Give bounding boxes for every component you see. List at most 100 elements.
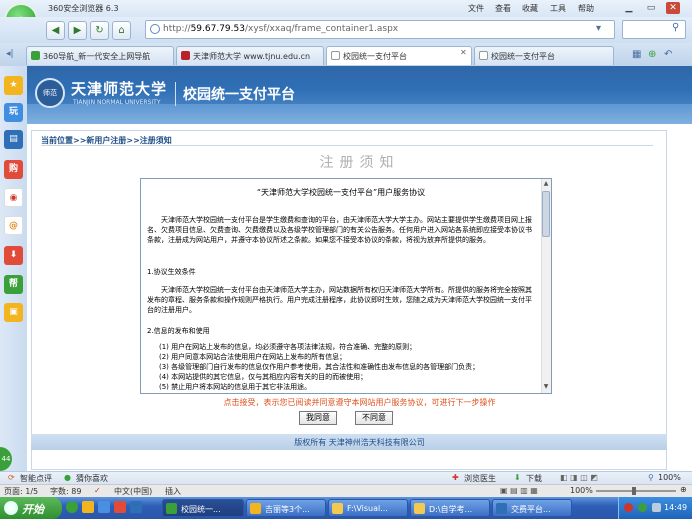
sidebar-toggle-icon[interactable]: ◂| bbox=[6, 49, 14, 59]
clock[interactable]: 14:49 bbox=[664, 503, 687, 512]
tab-tjnu[interactable]: 天津师范大学 www.tjnu.edu.cn bbox=[176, 46, 324, 65]
box-icon[interactable]: ▣ bbox=[4, 303, 23, 322]
menu-file[interactable]: 文件 bbox=[468, 3, 484, 14]
language-indicator[interactable]: 中文(中国) bbox=[114, 486, 152, 497]
agreement-title: “天津师范大学校园统一支付平台”用户服务协议 bbox=[256, 188, 426, 197]
quicklaunch-desktop-icon[interactable] bbox=[98, 501, 110, 513]
status-tools-icons[interactable]: ◧ ◨ ◫ ◩ bbox=[560, 473, 598, 482]
tab-close-icon[interactable]: ✕ bbox=[460, 48, 467, 57]
page-count: 页面: 1/5 bbox=[4, 487, 39, 496]
task-study-folder[interactable]: D:\自学考... bbox=[410, 499, 490, 517]
menu-help[interactable]: 帮助 bbox=[578, 3, 594, 14]
disagree-button[interactable]: 不同意 bbox=[355, 411, 393, 425]
quicklaunch-360-icon[interactable] bbox=[66, 501, 78, 513]
tab-label: 天津师范大学 www.tjnu.edu.cn bbox=[193, 52, 311, 61]
agreement-heading: 1.协议生效条件 bbox=[147, 268, 196, 276]
download-link[interactable]: 下载 bbox=[526, 473, 542, 484]
insert-mode[interactable]: 插入 bbox=[165, 486, 181, 497]
web-page: 师范 天津师范大学 TIANJIN NORMAL UNIVERSITY 校园统一… bbox=[27, 66, 692, 471]
task-label: F:\Visual... bbox=[347, 504, 388, 513]
tab-label: 360导航_新一代安全上网导航 bbox=[43, 52, 151, 61]
task-label: D:\自学考... bbox=[429, 505, 473, 514]
browser-doctor-link[interactable]: 浏览医生 bbox=[464, 473, 496, 484]
mail-icon[interactable]: @ bbox=[4, 216, 23, 235]
tray-network-icon[interactable] bbox=[652, 503, 661, 512]
guess-like-link[interactable]: 猜你喜欢 bbox=[76, 473, 108, 484]
tab-payment-active[interactable]: 校园统一支付平台 bbox=[326, 46, 472, 65]
zoom-in-icon[interactable]: ⊕ bbox=[680, 485, 687, 494]
agreement-item: (3) 各级管理部门自行发布的信息仅作用户参考使用，其合法性和准确性由发布信息的… bbox=[159, 363, 480, 371]
task-word-doc[interactable]: 交费平台... bbox=[492, 499, 572, 517]
task-visual-folder[interactable]: F:\Visual... bbox=[328, 499, 408, 517]
tab-favicon-icon bbox=[181, 51, 190, 60]
search-icon[interactable]: ⚲ bbox=[672, 22, 679, 33]
maximize-icon[interactable]: ▭ bbox=[644, 2, 658, 14]
view-mode-icons[interactable]: ▣ ▤ ▥ ▦ bbox=[500, 486, 538, 495]
help-icon[interactable]: 帮 bbox=[4, 275, 23, 294]
task-payment-browser[interactable]: 校园统一... bbox=[162, 499, 244, 517]
smart-review-link[interactable]: 智能点评 bbox=[20, 473, 52, 484]
scroll-down-icon[interactable]: ▼ bbox=[542, 383, 550, 392]
platform-title: 校园统一支付平台 bbox=[183, 87, 295, 103]
weibo-icon[interactable]: ◉ bbox=[4, 188, 23, 207]
agreement-item: (2) 用户同意本网站合法使用用户在网站上发布的所有信息； bbox=[159, 353, 347, 361]
banner-highlight bbox=[27, 104, 692, 124]
tray-360-icon[interactable] bbox=[638, 503, 647, 512]
agreement-paragraph: 天津师范大学校园统一支付平台是学生缴费和查询的平台，由天津师范大学大学主办。网站… bbox=[147, 216, 532, 244]
task-icon bbox=[166, 503, 177, 514]
tab-favicon-icon bbox=[31, 51, 40, 60]
game-icon[interactable]: 玩 bbox=[4, 103, 23, 122]
forward-icon[interactable]: ▶ bbox=[68, 21, 87, 40]
agreement-item: (1) 用户在网站上发布的信息，均必须遵守各项法律法规，符合准确、完整的原则； bbox=[159, 343, 417, 351]
scroll-thumb[interactable] bbox=[542, 191, 550, 237]
quicklaunch-app-icon[interactable] bbox=[114, 501, 126, 513]
task-label: 校园统一... bbox=[181, 505, 221, 514]
zoom-icon[interactable]: ⚲ bbox=[648, 473, 654, 482]
task-chat[interactable]: 吉丽等3个... bbox=[246, 499, 326, 517]
shopping-icon[interactable]: 购 bbox=[4, 160, 23, 179]
quicklaunch-word-icon[interactable] bbox=[130, 501, 142, 513]
scroll-up-icon[interactable]: ▲ bbox=[542, 180, 550, 189]
minimize-icon[interactable]: ▁ bbox=[622, 2, 636, 14]
tab-list-icon[interactable]: ▦ bbox=[632, 49, 641, 60]
tab-page-icon bbox=[331, 51, 340, 60]
browser-doctor-icon[interactable]: ✚ bbox=[452, 473, 459, 482]
menu-tools[interactable]: 工具 bbox=[550, 3, 566, 14]
new-tab-icon[interactable]: ⊕ bbox=[648, 49, 656, 60]
browser-zoom[interactable]: 100% bbox=[658, 473, 681, 482]
zoom-slider-handle[interactable] bbox=[632, 487, 636, 495]
tab-payment[interactable]: 校园统一支付平台 bbox=[474, 46, 614, 65]
agreement-notice: 点击接受，表示您已阅读并同意遵守本网站用户服务协议，可进行下一步操作 bbox=[223, 398, 496, 407]
university-name: 天津师范大学 bbox=[71, 80, 168, 98]
home-icon[interactable]: ⌂ bbox=[112, 21, 131, 40]
agreement-textarea[interactable]: “天津师范大学校园统一支付平台”用户服务协议 天津师范大学校园统一支付平台是学生… bbox=[140, 178, 552, 394]
quicklaunch-folder-icon[interactable] bbox=[82, 501, 94, 513]
spellcheck-icon[interactable]: ✓ bbox=[94, 486, 101, 495]
document-zoom[interactable]: 100% bbox=[570, 486, 593, 495]
refresh-icon[interactable]: ↻ bbox=[90, 21, 109, 40]
download-status-icon[interactable]: ⬇ bbox=[514, 473, 521, 482]
copyright-text: 版权所有 天津神州浩天科技有限公司 bbox=[294, 438, 425, 447]
tray-ime-icon[interactable] bbox=[624, 503, 633, 512]
close-icon[interactable]: ✕ bbox=[666, 2, 680, 14]
tab-360-nav[interactable]: 360导航_新一代安全上网导航 bbox=[26, 46, 174, 65]
back-icon[interactable]: ◀ bbox=[46, 21, 65, 40]
menu-favorites[interactable]: 收藏 bbox=[522, 3, 538, 14]
undo-close-icon[interactable]: ↶ bbox=[664, 49, 672, 60]
address-dropdown-icon[interactable]: ▾ bbox=[596, 23, 601, 34]
smart-review-icon[interactable]: ⟳ bbox=[8, 473, 15, 482]
zoom-slider[interactable] bbox=[596, 490, 676, 492]
address-text[interactable]: http://59.67.79.53/xysf/xxaq/frame_conta… bbox=[163, 24, 398, 34]
agree-button[interactable]: 我同意 bbox=[299, 411, 337, 425]
globe-icon bbox=[150, 24, 160, 34]
windows-logo-icon bbox=[4, 501, 18, 515]
word-count: 字数: 89 bbox=[50, 487, 82, 496]
breadcrumb-divider bbox=[41, 145, 653, 146]
task-label: 吉丽等3个... bbox=[265, 505, 310, 514]
agreement-paragraph: 天津师范大学校园统一支付平台由天津师范大学主办，网站数据所有权归天津师范大学所有… bbox=[147, 286, 532, 314]
favorites-star-icon[interactable]: ★ bbox=[4, 76, 23, 95]
guess-like-icon[interactable]: ● bbox=[64, 473, 71, 482]
book-icon[interactable]: ▤ bbox=[4, 130, 23, 149]
menu-view[interactable]: 查看 bbox=[495, 3, 511, 14]
download-icon[interactable]: ⬇ bbox=[4, 246, 23, 265]
